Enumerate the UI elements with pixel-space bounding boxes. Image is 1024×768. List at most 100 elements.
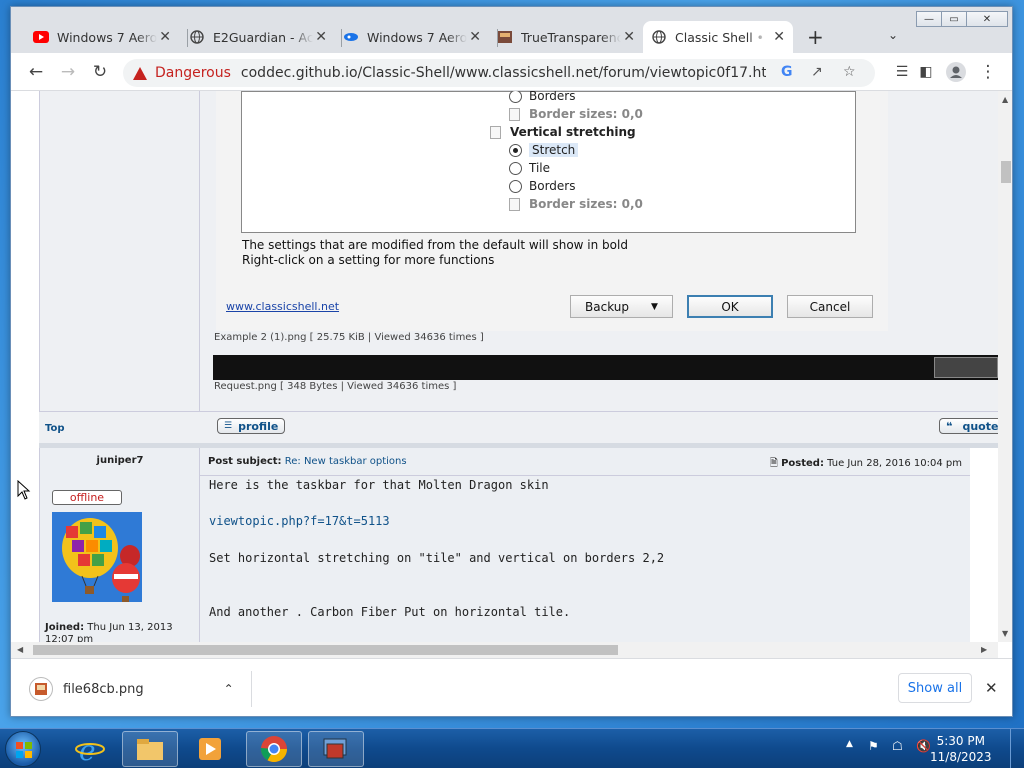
maximize-icon[interactable]: ▭ [941,11,967,27]
tab-3[interactable]: Windows 7 Aero ✕ [335,21,489,53]
post-actions-row: Top ☰ profile ❝ quote [39,411,998,443]
profile-avatar-icon[interactable] [945,61,967,83]
subject-link[interactable]: Re: New taskbar options [285,456,407,467]
download-filename: file68cb.png [63,681,144,697]
fishbowl-icon [343,29,359,45]
chrome-icon[interactable] [246,731,302,767]
radio-stretch[interactable]: Stretch [509,143,579,157]
post-left-column [39,91,199,411]
profile-icon: ☰ [224,421,233,431]
close-window-icon[interactable]: ✕ [966,11,1008,27]
settings-group-icon [490,125,501,139]
author-username[interactable]: juniper7 [40,455,200,466]
url-text[interactable]: coddec.github.io/Classic-Shell/www.class… [241,65,766,81]
document-icon [509,197,520,211]
app-window-icon[interactable] [308,731,364,767]
scroll-left-icon[interactable]: ◀ [17,645,23,654]
back-arrow-icon[interactable]: ← [25,61,47,83]
file-explorer-icon[interactable] [122,731,178,767]
classicshell-link[interactable]: www.classicshell.net [226,300,339,313]
show-all-button[interactable]: Show all [898,673,972,703]
tab-title: TrueTransparency [521,29,621,45]
top-link[interactable]: Top [45,423,65,434]
action-center-flag-icon[interactable]: ⚑ [868,739,879,753]
ok-button[interactable]: OK [687,295,773,318]
menu-kebab-icon[interactable]: ⋮ [977,61,999,83]
post-link[interactable]: viewtopic.php?f=17&t=5113 [209,514,390,528]
minimize-icon[interactable]: — [916,11,942,27]
post-text-line: Here is the taskbar for that Molten Drag… [209,478,549,492]
browser-toolbar: ← → ↻ Dangerous coddec.github.io/Classic… [11,53,1012,91]
tab-strip: Windows 7 Aero ✕ E2Guardian - Acc ✕ Wind… [11,7,1012,53]
google-icon[interactable]: G [781,64,793,80]
close-tab-icon[interactable]: ✕ [623,29,635,45]
avatar [52,512,142,602]
bookmark-star-icon[interactable]: ☆ [843,64,856,80]
close-downloads-icon[interactable]: ✕ [985,679,998,697]
network-icon[interactable]: ☖ [892,739,903,753]
forum-post: juniper7 offline Joined: Thu Jun 13, 201… [39,448,970,642]
radio-tile[interactable]: Tile [509,161,550,175]
post-text-line: Set horizontal stretching on "tile" and … [209,551,665,565]
cancel-button[interactable]: Cancel [787,295,873,318]
vertical-stretching-group[interactable]: Vertical stretching [490,125,636,139]
show-desktop-button[interactable] [1010,729,1024,768]
tab-2[interactable]: E2Guardian - Acc ✕ [181,21,335,53]
media-player-icon[interactable] [182,731,238,767]
side-panel-icon[interactable]: ◧ [915,61,937,83]
warning-icon [133,66,147,80]
radio-borders-top[interactable]: Borders [509,91,575,103]
scroll-thumb[interactable] [33,645,618,655]
scroll-down-icon[interactable]: ▼ [1002,629,1008,638]
tray-overflow-icon[interactable]: ▲ [846,739,853,749]
scroll-right-icon[interactable]: ▶ [981,645,987,654]
app-icon [497,29,513,45]
start-button[interactable] [5,731,41,767]
volume-icon[interactable]: 🔇 [916,739,931,753]
chevron-up-icon[interactable]: ⌃ [224,682,234,696]
quote-button[interactable]: ❝ quote [939,418,998,434]
post-subject: Post subject: Re: New taskbar options [208,456,407,467]
backup-button[interactable]: Backup ▼ [570,295,673,318]
border-sizes-setting-2[interactable]: Border sizes: 0,0 [509,197,643,211]
attachment-caption-1: Example 2 (1).png [ 25.75 KiB | Viewed 3… [214,332,484,343]
post-body: Here is the taskbar for that Molten Drag… [200,476,970,642]
window-controls: — ▭ ✕ [916,11,1008,29]
tab-title: Windows 7 Aero [57,29,157,45]
post-author-panel: juniper7 offline Joined: Thu Jun 13, 201… [40,448,200,642]
reading-list-icon[interactable]: ☰ [891,61,913,83]
share-icon[interactable]: ↗ [811,64,823,80]
reload-icon[interactable]: ↻ [89,61,111,83]
internet-explorer-icon[interactable]: e [62,731,118,767]
tab-1[interactable]: Windows 7 Aero ✕ [25,21,179,53]
new-tab-icon[interactable]: + [807,25,824,49]
border-sizes-setting[interactable]: Border sizes: 0,0 [509,107,643,121]
radio-borders[interactable]: Borders [509,179,575,193]
address-bar[interactable]: Dangerous coddec.github.io/Classic-Shell… [123,59,875,87]
attachment-caption-2: Request.png [ 348 Bytes | Viewed 34636 t… [214,381,457,392]
scroll-up-icon[interactable]: ▲ [1002,95,1008,104]
profile-button[interactable]: ☰ profile [217,418,286,434]
tab-title: Windows 7 Aero [367,29,467,45]
post-date: 🗎 Posted: Tue Jun 28, 2016 10:04 pm [769,458,962,469]
dialog-note-bold: The settings that are modified from the … [242,238,628,252]
close-tab-icon[interactable]: ✕ [469,29,481,45]
settings-dialog-image: Borders Border sizes: 0,0 Vertical stret… [216,91,888,331]
globe-icon [189,29,205,45]
scroll-thumb[interactable] [1001,161,1011,183]
dialog-note-rightclick: Right-click on a setting for more functi… [242,253,495,267]
tab-5-active[interactable]: Classic Shell • View ✕ [643,21,793,53]
security-indicator[interactable]: Dangerous [155,65,231,81]
tab-4[interactable]: TrueTransparency ✕ [489,21,643,53]
close-tab-icon[interactable]: ✕ [773,29,785,45]
vertical-scrollbar[interactable]: ▲ ▼ [998,91,1012,642]
close-tab-icon[interactable]: ✕ [159,29,171,45]
attachment-image-request [213,355,998,380]
forward-arrow-icon[interactable]: → [57,61,79,83]
system-clock[interactable]: 5:30 PM 11/8/2023 [930,733,992,765]
download-item[interactable]: file68cb.png ⌃ [29,677,234,701]
close-tab-icon[interactable]: ✕ [315,29,327,45]
document-icon [509,107,520,121]
horizontal-scrollbar[interactable]: ◀ ▶ [11,642,998,658]
tab-search-chevron-icon[interactable]: ⌄ [888,28,898,42]
